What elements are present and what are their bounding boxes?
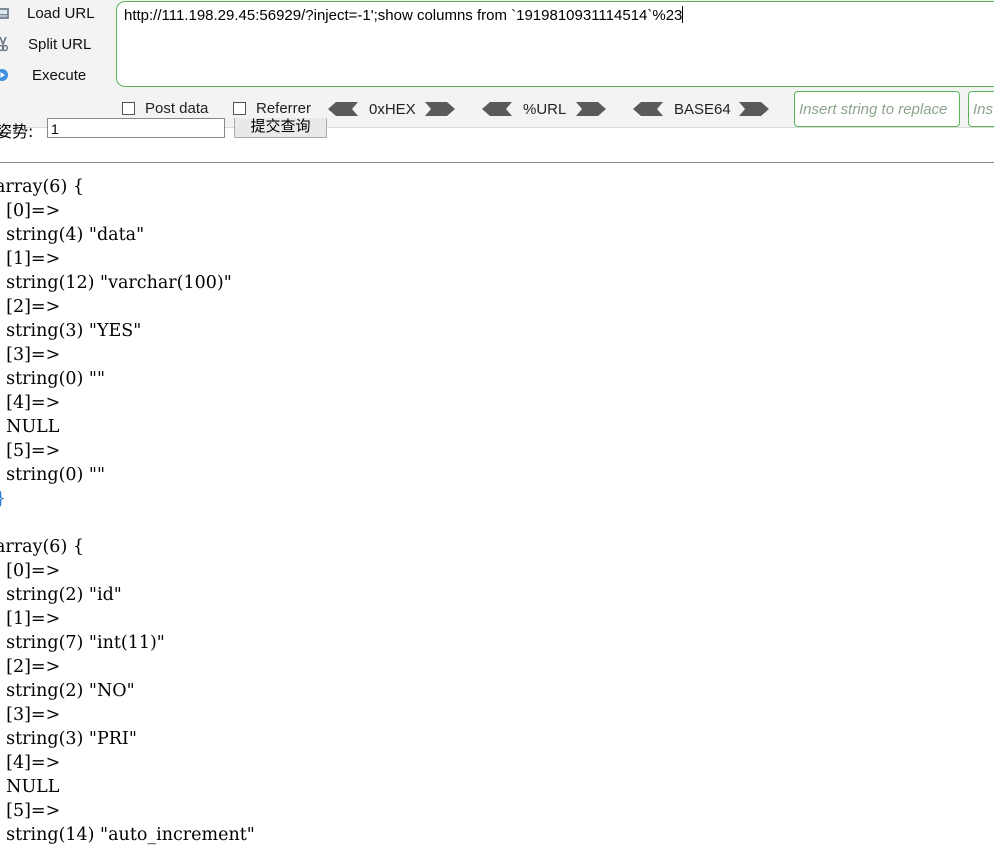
dump-2-line: [2]=> <box>0 657 61 677</box>
dump-1-line: [2]=> <box>0 297 61 317</box>
base64-encoder: BASE64 <box>633 100 769 118</box>
url-encoder: %URL <box>482 100 606 118</box>
hex-decode-arrow-icon[interactable] <box>328 101 358 117</box>
hex-encoder: 0xHEX <box>328 100 455 118</box>
dump-1-line: string(4) "data" <box>0 225 145 245</box>
dump-1-header: array(6) { <box>0 177 84 197</box>
dump-2-line: [4]=> <box>0 753 61 773</box>
dump-2-line: [3]=> <box>0 705 61 725</box>
dump-2-line: NULL <box>0 777 60 797</box>
dump-1-line: [0]=> <box>0 201 61 221</box>
referrer-checkbox-box[interactable] <box>233 102 246 115</box>
dump-spacer <box>0 511 255 535</box>
dump-1-line: NULL <box>0 417 60 437</box>
dump-1-line: [1]=> <box>0 249 61 269</box>
dump-1-line: string(12) "varchar(100)" <box>0 273 232 293</box>
dump-1-line: string(0) "" <box>0 465 106 485</box>
inject-input[interactable]: 1 <box>47 118 225 138</box>
replace-with-placeholder: Ins <box>973 101 994 118</box>
dump-1-line: string(3) "YES" <box>0 321 142 341</box>
load-url-icon <box>0 8 9 19</box>
dump-2-line: [0]=> <box>0 561 61 581</box>
submit-query-button[interactable]: 提交查询 <box>234 118 327 138</box>
url-text: http://111.198.29.45:56929/?inject=-1';s… <box>124 7 683 24</box>
dump-2-header: array(6) { <box>0 537 84 557</box>
post-data-label: Post data <box>145 100 209 117</box>
dump-1-line: [4]=> <box>0 393 61 413</box>
dump-2-line: string(2) "id" <box>0 585 122 605</box>
url-decode-arrow-icon[interactable] <box>482 101 512 117</box>
dump-2-line: string(7) "int(11)" <box>0 633 165 653</box>
base64-encode-arrow-icon[interactable] <box>739 101 769 117</box>
dump-2-line: string(2) "NO" <box>0 681 135 701</box>
execute-icon <box>0 69 8 81</box>
hex-encode-arrow-icon[interactable] <box>425 101 455 117</box>
post-data-checkbox-box[interactable] <box>122 102 135 115</box>
hex-encoder-label: 0xHEX <box>369 100 416 118</box>
hackbar-toolbar: Load URL Split URL Execute http://111.19… <box>0 0 994 128</box>
dump-2-line: string(14) "auto_increment" <box>0 825 255 845</box>
split-url-label: Split URL <box>28 35 92 53</box>
execute-label: Execute <box>32 66 87 84</box>
url-encoder-label: %URL <box>523 100 567 118</box>
referrer-checkbox[interactable]: Referrer <box>233 100 311 117</box>
base64-decode-arrow-icon[interactable] <box>633 101 663 117</box>
horizontal-rule <box>0 162 994 163</box>
dump-1-line: [3]=> <box>0 345 61 365</box>
post-data-checkbox[interactable]: Post data <box>122 100 208 117</box>
dump-1-line: [5]=> <box>0 441 61 461</box>
query-form-label: 姿势: <box>0 122 34 141</box>
load-url-label: Load URL <box>27 4 95 22</box>
query-form: 姿势: 1 提交查询 <box>0 118 994 142</box>
var-dump-output: array(6) { [0]=> string(4) "data" [1]=> … <box>0 175 255 847</box>
text-caret <box>682 6 684 23</box>
dump-2-line: string(3) "PRI" <box>0 729 137 749</box>
url-encode-arrow-icon[interactable] <box>576 101 606 117</box>
split-url-icon <box>0 36 9 52</box>
dump-2-line: [5]=> <box>0 801 61 821</box>
dump-1-footer: } <box>0 487 255 511</box>
dump-1-line: string(0) "" <box>0 369 106 389</box>
dump-2-line: [1]=> <box>0 609 61 629</box>
replace-string-placeholder: Insert string to replace <box>799 101 948 118</box>
url-textarea[interactable]: http://111.198.29.45:56929/?inject=-1';s… <box>116 1 994 87</box>
base64-encoder-label: BASE64 <box>674 100 731 118</box>
referrer-label: Referrer <box>256 100 312 117</box>
